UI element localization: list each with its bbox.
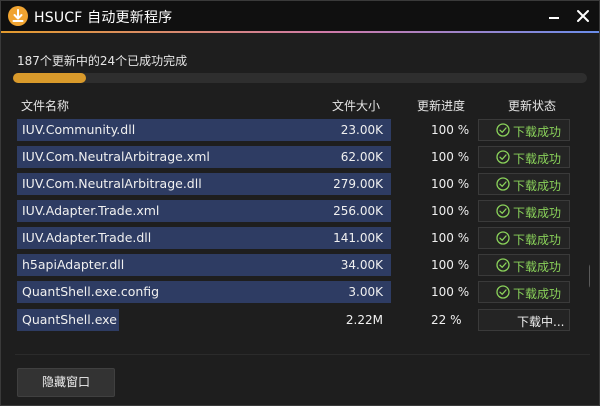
- check-circle-icon: [496, 204, 510, 218]
- column-header-name: 文件名称: [21, 99, 70, 113]
- status-text: 下载成功: [513, 233, 562, 247]
- check-circle-icon: [496, 123, 510, 137]
- file-progress: 100 %: [431, 204, 470, 218]
- file-progress: 100 %: [431, 177, 470, 191]
- column-header-progress: 更新进度: [417, 99, 466, 113]
- status-badge: 下载成功: [478, 254, 570, 276]
- file-size: 279.00K: [333, 177, 383, 191]
- check-circle-icon: [496, 150, 510, 164]
- status-badge: 下载中...: [478, 309, 570, 331]
- file-size: 256.00K: [333, 204, 383, 218]
- status-badge: 下载成功: [478, 119, 570, 141]
- file-name: IUV.Com.NeutralArbitrage.dll: [22, 176, 202, 191]
- window-title: HSUCF 自动更新程序: [34, 10, 173, 26]
- status-text: 下载成功: [513, 260, 562, 274]
- file-name: IUV.Adapter.Trade.xml: [22, 203, 160, 218]
- file-size: 62.00K: [340, 150, 383, 164]
- title-accent-line: [1, 31, 599, 33]
- file-progress: 100 %: [431, 150, 470, 164]
- status-text: 下载成功: [513, 179, 562, 193]
- file-size: 34.00K: [340, 258, 383, 272]
- file-progress: 100 %: [431, 285, 470, 299]
- file-list[interactable]: IUV.Community.dll 23.00K 100 % 下载成功 IUV.…: [15, 118, 590, 334]
- status-text: 下载成功: [513, 152, 562, 166]
- file-name: IUV.Community.dll: [22, 122, 136, 137]
- check-circle-icon: [496, 258, 510, 272]
- status-badge: 下载成功: [478, 227, 570, 249]
- close-icon[interactable]: [573, 6, 593, 26]
- status-badge: 下载成功: [478, 146, 570, 168]
- updater-window: HSUCF 自动更新程序 187个更新中的24个已成功完成 文件名称 文件大小 …: [0, 0, 600, 406]
- file-name: h5apiAdapter.dll: [22, 257, 125, 272]
- file-progress: 100 %: [431, 123, 470, 137]
- column-header-size: 文件大小: [332, 99, 381, 113]
- file-size: 3.00K: [348, 285, 383, 299]
- table-row[interactable]: h5apiAdapter.dll 34.00K 100 % 下载成功: [15, 253, 575, 277]
- table-row[interactable]: IUV.Community.dll 23.00K 100 % 下载成功: [15, 118, 575, 142]
- file-size: 23.00K: [340, 123, 383, 137]
- status-text: 下载成功: [513, 287, 562, 301]
- status-text: 下载中...: [517, 315, 565, 329]
- file-name: QuantShell.exe: [22, 312, 117, 327]
- table-row[interactable]: IUV.Adapter.Trade.xml 256.00K 100 % 下载成功: [15, 199, 575, 223]
- file-size: 2.22M: [345, 313, 383, 327]
- table-row[interactable]: IUV.Adapter.Trade.dll 141.00K 100 % 下载成功: [15, 226, 575, 250]
- status-badge: 下载成功: [478, 200, 570, 222]
- table-row[interactable]: QuantShell.exe 2.22M 22 % 下载中...: [15, 308, 575, 332]
- file-progress: 100 %: [431, 231, 470, 245]
- status-text: 下载成功: [513, 125, 562, 139]
- status-badge: 下载成功: [478, 173, 570, 195]
- overall-progress-fill: [13, 73, 87, 83]
- file-progress: 100 %: [431, 258, 470, 272]
- status-text: 下载成功: [513, 206, 562, 220]
- file-size: 141.00K: [333, 231, 383, 245]
- check-circle-icon: [496, 231, 510, 245]
- status-badge: 下载成功: [478, 281, 570, 303]
- table-row[interactable]: IUV.Com.NeutralArbitrage.xml 62.00K 100 …: [15, 145, 575, 169]
- table-header: 文件名称 文件大小 更新进度 更新状态: [1, 97, 599, 113]
- table-row[interactable]: QuantShell.exe.config 3.00K 100 % 下载成功: [15, 280, 575, 304]
- overall-progress-bar: [13, 73, 587, 83]
- check-circle-icon: [496, 177, 510, 191]
- file-name: IUV.Com.NeutralArbitrage.xml: [22, 149, 210, 164]
- table-row[interactable]: IUV.Com.NeutralArbitrage.dll 279.00K 100…: [15, 172, 575, 196]
- file-progress: 22 %: [431, 313, 462, 327]
- hide-window-button[interactable]: 隐藏窗口: [17, 368, 115, 397]
- download-icon: [8, 6, 28, 26]
- list-scrollbar[interactable]: [589, 263, 590, 289]
- minimize-icon[interactable]: [544, 6, 564, 26]
- file-name: IUV.Adapter.Trade.dll: [22, 230, 152, 245]
- check-circle-icon: [496, 285, 510, 299]
- update-summary: 187个更新中的24个已成功完成: [17, 54, 188, 68]
- divider: [15, 354, 590, 355]
- title-bar: HSUCF 自动更新程序: [1, 1, 599, 31]
- column-header-status: 更新状态: [508, 99, 557, 113]
- file-name: QuantShell.exe.config: [22, 284, 160, 299]
